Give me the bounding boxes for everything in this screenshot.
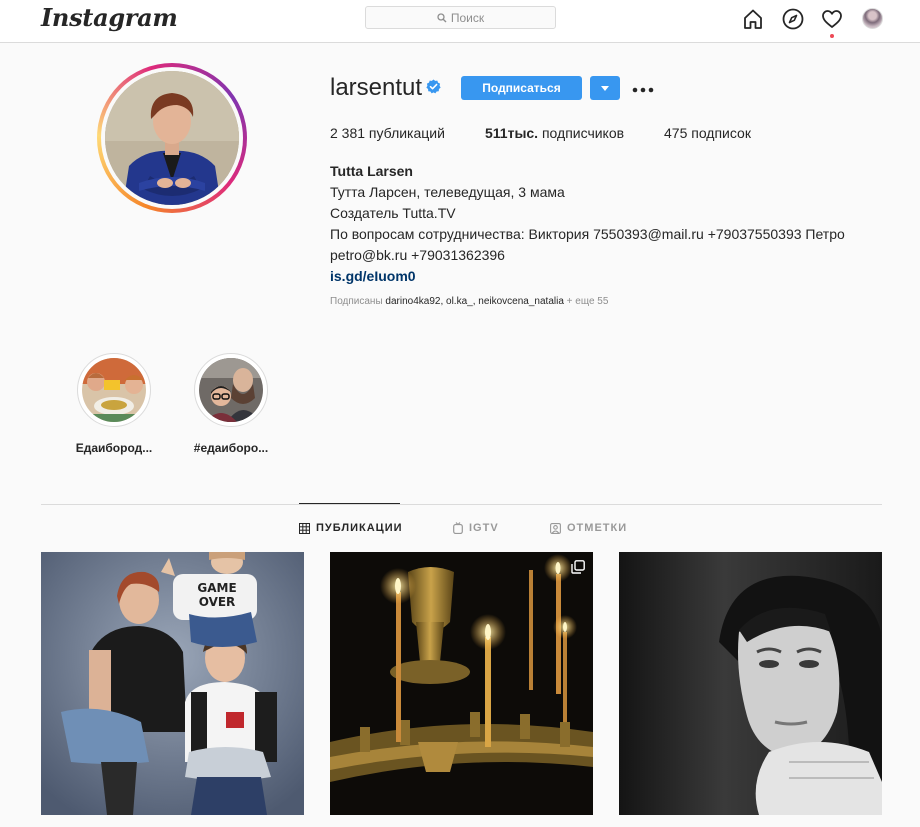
instagram-logo[interactable]: Instagram xyxy=(41,3,178,32)
highlight-label: Едаибород... xyxy=(75,441,153,455)
followed-by-text[interactable]: Подписаны darino4ka92, ol.ka_, neikovcen… xyxy=(330,296,608,307)
bio-line: Тутта Ларсен, телеведущая, 3 мама xyxy=(330,184,565,200)
tab-posts-label: ПУБЛИКАЦИИ xyxy=(316,522,403,534)
caret-down-icon xyxy=(601,85,609,91)
tagged-person-icon xyxy=(550,522,561,534)
profile-avatar-story-ring[interactable] xyxy=(97,63,247,213)
followers-label: подписчиков xyxy=(538,125,625,141)
highlight-cover xyxy=(82,358,146,422)
followed-by-more: + еще 55 xyxy=(563,296,609,307)
post-thumbnail[interactable] xyxy=(619,552,882,815)
tab-igtv-label: IGTV xyxy=(469,522,499,534)
suggested-dropdown-button[interactable] xyxy=(590,76,620,100)
grid-icon xyxy=(299,522,310,534)
svg-text:OVER: OVER xyxy=(199,595,236,609)
multiple-photos-icon xyxy=(571,560,585,574)
tab-posts[interactable]: ПУБЛИКАЦИИ xyxy=(299,522,403,534)
profile-avatar[interactable] xyxy=(862,8,883,29)
posts-count: 2 381 xyxy=(330,125,366,141)
highlight-label: #едаиборо... xyxy=(193,441,269,455)
search-icon xyxy=(437,12,447,22)
bio-line: По вопросам сотрудничества: Виктория 755… xyxy=(330,226,845,242)
followers-count: 511тыс. xyxy=(485,125,539,141)
highlight-cover xyxy=(199,358,263,422)
verified-badge-icon xyxy=(426,79,441,99)
bio-line: Создатель Tutta.TV xyxy=(330,205,456,221)
following-label: подписок xyxy=(687,125,751,141)
tab-tagged-label: ОТМЕТКИ xyxy=(567,522,628,534)
following-count: 475 xyxy=(664,125,688,141)
post-thumbnail[interactable]: GAME OVER xyxy=(41,552,304,815)
story-highlight[interactable]: #едаиборо... xyxy=(186,353,276,455)
followed-by-names: darino4ka92, ol.ka_, neikovcena_natalia xyxy=(385,296,564,307)
search-placeholder: Поиск xyxy=(450,10,485,25)
home-icon[interactable] xyxy=(742,8,764,30)
tab-igtv[interactable]: IGTV xyxy=(453,522,499,534)
profile-photo xyxy=(105,71,239,205)
search-input[interactable]: Поиск xyxy=(365,6,556,29)
posts-label: публикаций xyxy=(365,125,445,141)
follow-button[interactable]: Подписаться xyxy=(461,76,582,100)
tabs-divider xyxy=(41,504,882,505)
profile-username: larsentut xyxy=(330,74,423,101)
igtv-icon xyxy=(453,522,463,534)
more-dots-icon xyxy=(632,87,654,93)
followed-by-prefix: Подписаны xyxy=(330,296,386,307)
profile-full-name: Tutta Larsen xyxy=(330,163,413,179)
profile-bio: Tutta Larsen Тутта Ларсен, телеведущая, … xyxy=(330,161,845,287)
tab-tagged[interactable]: ОТМЕТКИ xyxy=(550,522,627,534)
more-options-button[interactable] xyxy=(632,80,654,98)
active-tab-indicator xyxy=(299,503,400,504)
top-navigation-bar: Instagram Поиск xyxy=(0,0,920,43)
followers-stat[interactable]: 511тыс. подписчиков xyxy=(485,125,624,141)
website-link[interactable]: is.gd/eIuom0 xyxy=(330,266,845,287)
explore-compass-icon[interactable] xyxy=(782,8,804,30)
posts-stat: 2 381 публикаций xyxy=(330,125,445,141)
story-highlight[interactable]: Едаибород... xyxy=(69,353,159,455)
post-thumbnail[interactable] xyxy=(330,552,593,815)
activity-heart-icon[interactable] xyxy=(821,8,843,30)
svg-text:GAME: GAME xyxy=(197,581,236,595)
notification-dot xyxy=(830,34,834,38)
bio-line: petro@bk.ru +79031362396 xyxy=(330,247,505,263)
following-stat[interactable]: 475 подписок xyxy=(664,125,751,141)
